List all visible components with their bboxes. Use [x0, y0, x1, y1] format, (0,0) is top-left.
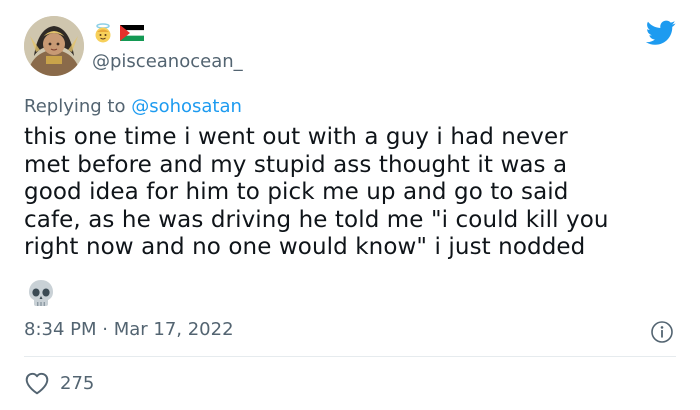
replying-to-line: Replying to @sohosatan: [24, 95, 242, 119]
divider: [24, 356, 676, 357]
display-name-row[interactable]: [92, 22, 145, 48]
tweet-timestamp[interactable]: 8:34 PM · Mar 17, 2022: [24, 318, 234, 342]
skull-emoji-icon: [26, 278, 56, 308]
replying-prefix: Replying to: [24, 96, 132, 117]
tweet-text: this one time i went out with a guy i ha…: [24, 124, 609, 261]
twitter-bird-icon[interactable]: [645, 20, 676, 46]
info-icon[interactable]: [650, 320, 674, 344]
heart-icon[interactable]: [24, 371, 50, 395]
avatar[interactable]: [24, 16, 84, 76]
reply-mention-link[interactable]: @sohosatan: [131, 96, 242, 117]
user-handle[interactable]: @pisceanocean_: [92, 50, 243, 74]
tweet-card: @pisceanocean_ Replying to @sohosatan th…: [0, 0, 700, 410]
like-action[interactable]: 275: [24, 370, 94, 396]
angel-emoji-icon: [92, 22, 114, 48]
like-count: 275: [60, 372, 95, 394]
palestine-flag-icon: [119, 25, 145, 45]
